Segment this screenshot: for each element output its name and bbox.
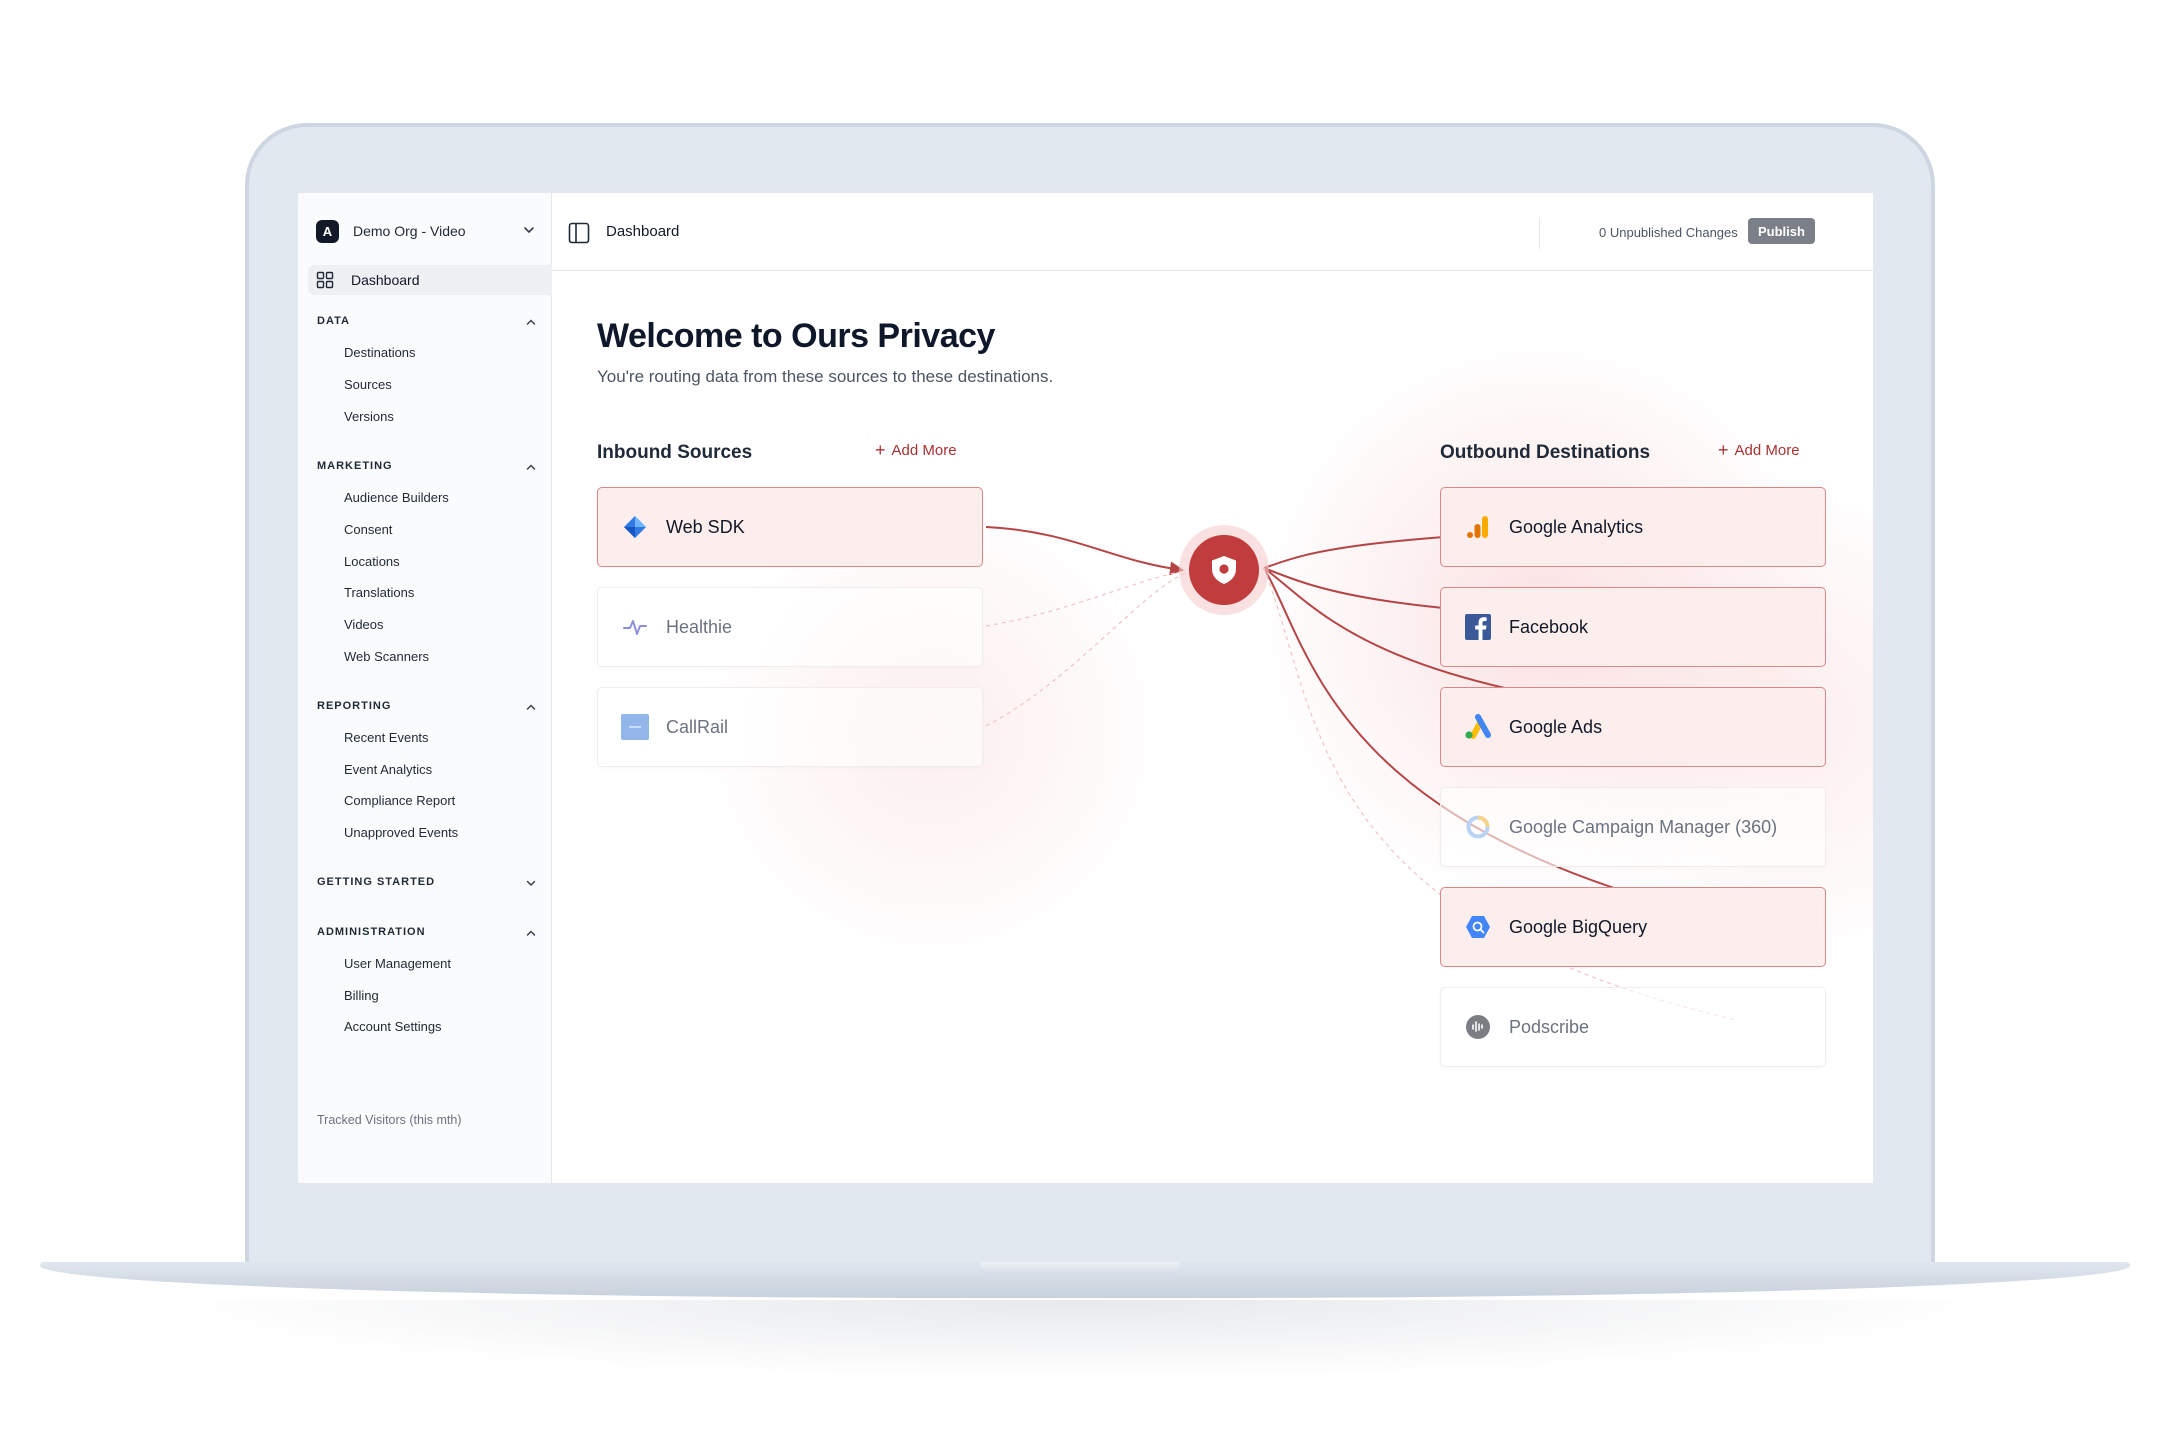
topbar-divider bbox=[1539, 217, 1540, 249]
campaign-manager-icon bbox=[1463, 812, 1493, 842]
sidebar-item-web-scanners[interactable]: Web Scanners bbox=[344, 649, 429, 664]
section-title: ADMINISTRATION bbox=[317, 926, 426, 938]
podscribe-icon bbox=[1463, 1012, 1493, 1042]
destination-label: Podscribe bbox=[1509, 1016, 1590, 1037]
app-screen: A Demo Org - Video Dashboard DATA Destin… bbox=[298, 193, 1873, 1183]
section-title: DATA bbox=[317, 315, 350, 327]
top-bar: Dashboard 0 Unpublished Changes Publish bbox=[552, 193, 1873, 271]
destination-card-facebook[interactable]: Facebook bbox=[1440, 587, 1826, 667]
org-name: Demo Org - Video bbox=[353, 223, 466, 239]
section-administration[interactable]: ADMINISTRATION bbox=[317, 926, 537, 942]
sidebar-item-videos[interactable]: Videos bbox=[344, 617, 384, 632]
publish-button[interactable]: Publish bbox=[1748, 218, 1815, 244]
section-data[interactable]: DATA bbox=[317, 315, 537, 331]
chevron-up-icon bbox=[526, 704, 536, 710]
inbound-sources-title: Inbound Sources bbox=[597, 442, 753, 463]
source-card-healthie[interactable]: Healthie bbox=[597, 587, 983, 667]
source-label: CallRail bbox=[666, 716, 729, 737]
source-label: Web SDK bbox=[666, 516, 745, 537]
sidebar-item-consent[interactable]: Consent bbox=[344, 522, 392, 537]
tracked-visitors-label: Tracked Visitors (this mth) bbox=[317, 1113, 462, 1127]
sidebar-item-event-analytics[interactable]: Event Analytics bbox=[344, 762, 432, 777]
add-destination-button[interactable]: + Add More bbox=[1718, 441, 1800, 459]
sidebar-item-recent-events[interactable]: Recent Events bbox=[344, 730, 429, 745]
sidebar-item-billing[interactable]: Billing bbox=[344, 988, 379, 1003]
sidebar: A Demo Org - Video Dashboard DATA Destin… bbox=[298, 193, 552, 1183]
sidebar-item-user-management[interactable]: User Management bbox=[344, 956, 451, 971]
destination-card-google-analytics[interactable]: Google Analytics bbox=[1440, 487, 1826, 567]
destination-label: Google Analytics bbox=[1509, 516, 1644, 537]
laptop-shadow bbox=[140, 1300, 2020, 1380]
plus-icon: + bbox=[875, 440, 886, 460]
sidebar-item-sources[interactable]: Sources bbox=[344, 377, 392, 392]
callrail-icon bbox=[620, 712, 650, 742]
sidebar-item-audience-builders[interactable]: Audience Builders bbox=[344, 490, 449, 505]
source-card-callrail[interactable]: CallRail bbox=[597, 687, 983, 767]
chevron-down-icon bbox=[524, 227, 534, 233]
sidebar-item-unapproved-events[interactable]: Unapproved Events bbox=[344, 825, 458, 840]
add-source-button[interactable]: + Add More bbox=[875, 441, 957, 459]
destination-card-google-bigquery[interactable]: Google BigQuery bbox=[1440, 887, 1826, 967]
add-more-label: Add More bbox=[891, 441, 957, 459]
section-reporting[interactable]: REPORTING bbox=[317, 700, 537, 716]
sidebar-item-compliance-report[interactable]: Compliance Report bbox=[344, 793, 455, 808]
laptop-notch bbox=[980, 1262, 1180, 1274]
destination-card-google-ads[interactable]: Google Ads bbox=[1440, 687, 1826, 767]
sidebar-item-destinations[interactable]: Destinations bbox=[344, 345, 416, 360]
section-getting-started[interactable]: GETTING STARTED bbox=[317, 876, 537, 892]
bigquery-icon bbox=[1463, 912, 1493, 942]
flow-line bbox=[985, 570, 1185, 627]
facebook-icon bbox=[1463, 612, 1493, 642]
sidebar-item-label: Dashboard bbox=[351, 272, 420, 288]
section-title: MARKETING bbox=[317, 460, 393, 472]
outbound-destinations-title: Outbound Destinations bbox=[1440, 442, 1651, 463]
destination-label: Facebook bbox=[1509, 616, 1589, 637]
add-more-label: Add More bbox=[1734, 441, 1800, 459]
destination-label: Google Campaign Manager (360) bbox=[1509, 816, 1778, 837]
shield-icon bbox=[1212, 556, 1236, 584]
destination-label: Google BigQuery bbox=[1509, 916, 1648, 937]
flow-line bbox=[985, 526, 1184, 576]
destination-label: Google Ads bbox=[1509, 716, 1603, 737]
google-analytics-icon bbox=[1463, 512, 1493, 542]
sidebar-item-translations[interactable]: Translations bbox=[344, 585, 414, 600]
source-card-web-sdk[interactable]: Web SDK bbox=[597, 487, 983, 567]
destination-card-campaign-manager[interactable]: Google Campaign Manager (360) bbox=[1440, 787, 1826, 867]
sidebar-item-dashboard[interactable]: Dashboard bbox=[308, 265, 552, 295]
main-content: Welcome to Ours Privacy You're routing d… bbox=[552, 271, 1873, 1183]
chevron-up-icon bbox=[526, 930, 536, 936]
google-ads-icon bbox=[1463, 712, 1493, 742]
grid-icon bbox=[316, 271, 334, 289]
plus-icon: + bbox=[1718, 440, 1729, 460]
ours-privacy-hub bbox=[1189, 535, 1259, 605]
chevron-up-icon bbox=[526, 319, 536, 325]
unpublished-changes: 0 Unpublished Changes bbox=[1599, 225, 1738, 240]
healthie-icon bbox=[620, 612, 650, 642]
sidebar-toggle-icon[interactable] bbox=[568, 222, 590, 244]
section-title: GETTING STARTED bbox=[317, 876, 436, 888]
sidebar-item-locations[interactable]: Locations bbox=[344, 554, 400, 569]
sidebar-item-versions[interactable]: Versions bbox=[344, 409, 394, 424]
sidebar-item-account-settings[interactable]: Account Settings bbox=[344, 1019, 442, 1034]
section-title: REPORTING bbox=[317, 700, 392, 712]
page-title: Dashboard bbox=[606, 223, 680, 240]
chevron-up-icon bbox=[526, 464, 536, 470]
section-marketing[interactable]: MARKETING bbox=[317, 460, 537, 476]
org-logo: A bbox=[316, 219, 339, 243]
flow-line bbox=[985, 572, 1187, 727]
web-sdk-icon bbox=[620, 512, 650, 542]
chevron-down-icon bbox=[526, 880, 536, 887]
source-label: Healthie bbox=[666, 616, 733, 637]
destination-card-podscribe[interactable]: Podscribe bbox=[1440, 987, 1826, 1067]
org-switcher[interactable]: A Demo Org - Video bbox=[316, 219, 536, 243]
